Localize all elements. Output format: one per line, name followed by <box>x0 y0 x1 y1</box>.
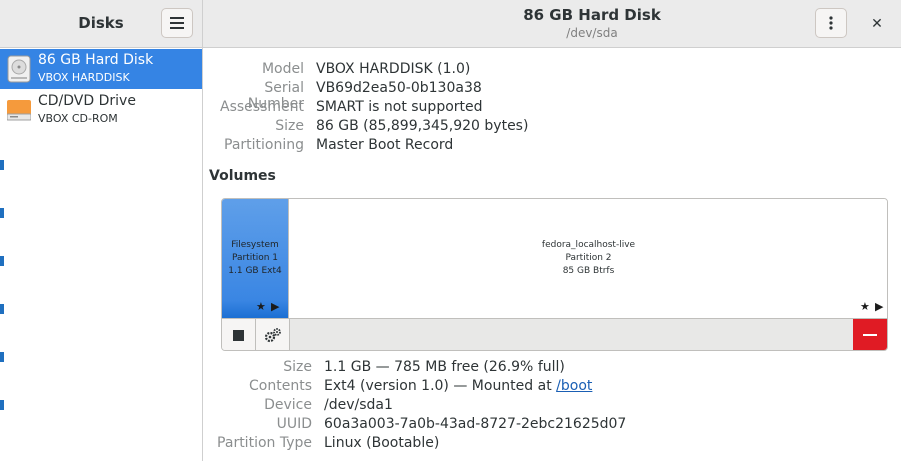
minus-icon <box>863 334 877 336</box>
sidebar-item-hard-disk[interactable]: 86 GB Hard Disk VBOX HARDDISK <box>0 49 202 89</box>
uuid-value: 60a3a003-7a0b-43ad-8727-2ebc21625d07 <box>324 416 627 432</box>
volumes-map: Filesystem Partition 1 1.1 GB Ext4 ★ ▶ f… <box>221 198 888 351</box>
volumes-toolbar <box>222 318 887 350</box>
device-label: Device <box>264 397 312 413</box>
sidebar: 86 GB Hard Disk VBOX HARDDISK CD/DVD Dri… <box>0 48 203 461</box>
window-edge-decoration <box>0 304 4 314</box>
device-value: /dev/sda1 <box>324 397 393 413</box>
window-edge-decoration <box>0 160 4 170</box>
window-subtitle: /dev/sda <box>566 26 618 40</box>
mounted-play-icon: ▶ <box>271 300 280 313</box>
hamburger-icon <box>170 17 184 29</box>
sidebar-item-label: 86 GB Hard Disk <box>38 52 154 68</box>
model-value: VBOX HARDDISK (1.0) <box>316 61 471 77</box>
partition-2-text: fedora_localhost-live Partition 2 85 GB … <box>289 239 887 278</box>
partition-type-value: Linux (Bootable) <box>324 435 440 451</box>
sidebar-item-label: CD/DVD Drive <box>38 93 136 109</box>
kebab-icon <box>829 16 833 30</box>
star-icon: ★ <box>860 300 870 313</box>
unmount-button[interactable] <box>222 319 256 350</box>
window-edge-decoration <box>0 256 4 266</box>
drive-menu-button[interactable] <box>815 8 847 38</box>
serial-value: VB69d2ea50-0b130a38 <box>316 80 482 96</box>
partition-2-line1: fedora_localhost-live <box>541 240 636 250</box>
partition-1-line3: 1.1 GB Ext4 <box>228 266 282 276</box>
sidebar-item-sublabel: VBOX HARDDISK <box>38 71 130 84</box>
volumes-heading: Volumes <box>209 168 276 184</box>
stop-icon <box>233 329 244 341</box>
sidebar-item-cd-dvd[interactable]: CD/DVD Drive VBOX CD-ROM <box>0 90 202 130</box>
assessment-value: SMART is not supported <box>316 99 483 115</box>
size-value: 86 GB (85,899,345,920 bytes) <box>316 118 529 134</box>
partition-size-value: 1.1 GB — 785 MB free (26.9% full) <box>324 359 565 375</box>
contents-value: Ext4 (version 1.0) — Mounted at /boot <box>324 378 592 394</box>
partition-1-line1: Filesystem <box>231 240 279 250</box>
optical-drive-icon <box>7 100 31 121</box>
partition-2-block[interactable]: fedora_localhost-live Partition 2 85 GB … <box>288 199 887 318</box>
partition-type-label: Partition Type <box>217 435 312 451</box>
main-menu-button[interactable] <box>161 8 193 38</box>
partition-2-line2: Partition 2 <box>565 253 612 263</box>
size-label: Size <box>275 118 304 134</box>
content-header: 86 GB Hard Disk /dev/sda ✕ <box>203 0 901 48</box>
window-title: 86 GB Hard Disk <box>523 6 661 24</box>
assessment-label: Assessment <box>220 99 304 115</box>
partition-2-line3: 85 GB Btrfs <box>562 266 615 276</box>
contents-label: Contents <box>249 378 312 394</box>
window-edge-decoration <box>0 208 4 218</box>
model-label: Model <box>261 61 304 77</box>
gears-icon <box>264 328 281 343</box>
sidebar-header: Disks <box>0 0 203 48</box>
delete-partition-button[interactable] <box>853 319 887 350</box>
mount-point-link[interactable]: /boot <box>556 378 592 394</box>
close-icon: ✕ <box>871 16 883 32</box>
partition-size-label: Size <box>283 359 312 375</box>
partition-1-line2: Partition 1 <box>231 253 279 263</box>
window-edge-decoration <box>0 352 4 362</box>
partition-1-block[interactable]: Filesystem Partition 1 1.1 GB Ext4 ★ ▶ <box>222 199 288 318</box>
partition-settings-button[interactable] <box>256 319 290 350</box>
hard-disk-icon <box>7 55 31 83</box>
bootable-star-icon: ★ <box>256 300 266 313</box>
sidebar-item-sublabel: VBOX CD-ROM <box>38 112 118 125</box>
partition-1-text: Filesystem Partition 1 1.1 GB Ext4 <box>222 239 288 278</box>
partitioning-value: Master Boot Record <box>316 137 454 153</box>
uuid-label: UUID <box>276 416 312 432</box>
window-edge-decoration <box>0 400 4 410</box>
close-button[interactable]: ✕ <box>865 12 889 36</box>
play-icon: ▶ <box>875 300 884 313</box>
contents-text: Ext4 (version 1.0) — Mounted at <box>324 378 557 394</box>
partitioning-label: Partitioning <box>224 137 304 153</box>
